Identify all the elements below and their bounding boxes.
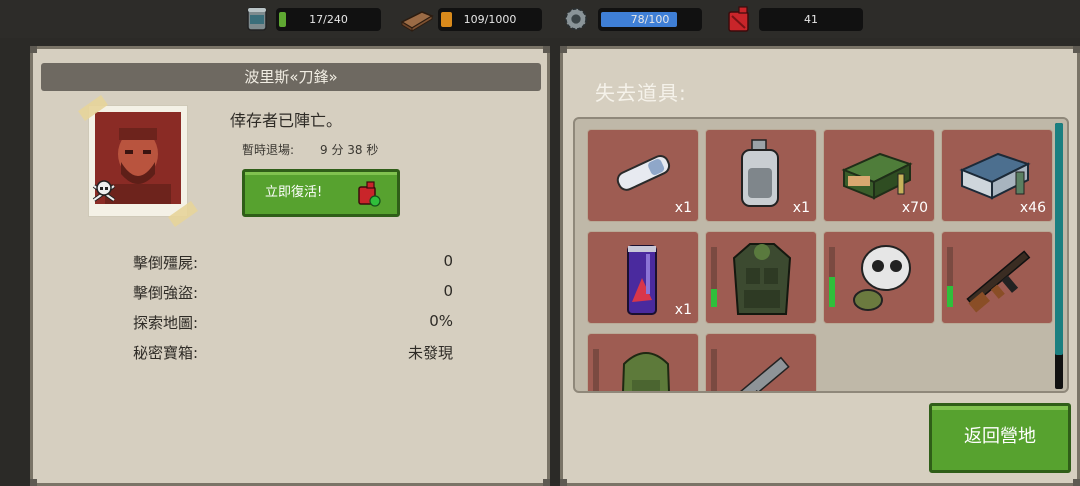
durability-bar <box>829 247 835 307</box>
rifle-ammo-box-icon <box>841 152 913 200</box>
pistol-icon <box>736 356 790 391</box>
lost-items-grid[interactable]: x1 x1 x70 x46 x1 <box>573 117 1069 393</box>
backpack-icon <box>622 352 670 391</box>
item-slot-assault-rifle[interactable] <box>941 231 1053 324</box>
food-value: 17/240 <box>309 13 348 26</box>
item-count: x46 <box>1019 200 1046 216</box>
stat-row-secret-chest: 秘密寶箱: 未發現 <box>133 342 453 364</box>
lost-items-panel: 失去道具: x1 x1 x70 x46 x1 返回營地 <box>560 46 1080 486</box>
item-slot-blood-bag[interactable]: x1 <box>705 129 817 222</box>
durability-fill <box>947 286 953 307</box>
shotgun-ammo-box-icon <box>959 152 1031 200</box>
item-count: x70 <box>901 200 928 216</box>
revive-now-button[interactable]: 立即復活! <box>242 169 400 217</box>
survivor-portrait <box>78 95 198 227</box>
fuel-can-icon <box>728 6 749 32</box>
stat-label: 擊倒殭屍: <box>133 254 199 272</box>
canned-food-icon <box>247 7 267 31</box>
wood-value: 109/1000 <box>463 13 517 26</box>
food-meter: 17/240 <box>276 8 381 31</box>
durability-bar <box>593 349 599 391</box>
revive-button-label: 立即復活! <box>265 185 323 200</box>
stat-row-zombies-killed: 擊倒殭屍: 0 <box>133 252 453 274</box>
survivor-panel: 波里斯«刀鋒» 倖存者已陣亡。 暫時退場: 9 分 38 秒 立即復活! 擊倒殭… <box>30 46 550 486</box>
fuel-meter: 41 <box>759 8 863 31</box>
stat-label: 擊倒強盜: <box>133 284 199 302</box>
gear-icon <box>564 7 588 31</box>
items-scrollbar[interactable] <box>1055 123 1063 389</box>
stat-value: 未發現 <box>407 344 453 362</box>
timer-label: 暫時退場: <box>242 143 295 157</box>
item-count: x1 <box>674 200 692 216</box>
stat-value: 0 <box>443 252 453 270</box>
stat-label: 探索地圖: <box>133 314 199 332</box>
fuel-value: 41 <box>804 13 818 26</box>
item-slot-military-vest[interactable] <box>705 231 817 324</box>
lost-items-title: 失去道具: <box>595 81 687 105</box>
survivor-status: 倖存者已陣亡。 <box>230 111 343 130</box>
assault-rifle-icon <box>966 250 1031 313</box>
bandage-icon <box>616 154 671 191</box>
item-slot-bandage[interactable]: x1 <box>587 129 699 222</box>
timer-value: 9 分 38 秒 <box>320 143 379 157</box>
item-slot-shotgun-ammo[interactable]: x46 <box>941 129 1053 222</box>
gas-mask-icon <box>853 245 911 311</box>
energy-meter: 78/100 <box>598 8 702 31</box>
return-to-camp-button[interactable]: 返回營地 <box>929 403 1071 473</box>
durability-bar <box>711 247 717 307</box>
durability-fill <box>711 289 717 307</box>
item-slot-gas-mask[interactable] <box>823 231 935 324</box>
item-count: x1 <box>674 302 692 318</box>
items-scrollbar-thumb[interactable] <box>1055 123 1063 355</box>
durability-bar <box>711 349 717 391</box>
item-slot-pistol[interactable] <box>705 333 817 391</box>
survivor-name: 波里斯«刀鋒» <box>41 63 541 91</box>
fuel-can-icon <box>358 181 381 207</box>
stat-value: 0% <box>429 312 453 330</box>
stat-value: 0 <box>443 282 453 300</box>
durability-fill <box>829 277 835 307</box>
item-slot-rifle-ammo[interactable]: x70 <box>823 129 935 222</box>
energy-drink-icon <box>627 245 657 315</box>
item-count: x1 <box>792 200 810 216</box>
resource-bar: 17/240 109/1000 78/100 41 <box>0 0 1080 38</box>
wood-log-icon <box>400 11 434 32</box>
durability-bar <box>947 247 953 307</box>
item-slot-backpack[interactable] <box>587 333 699 391</box>
stat-row-map-explored: 探索地圖: 0% <box>133 312 453 334</box>
military-vest-icon <box>732 243 792 315</box>
skull-crossbones-icon <box>92 180 116 202</box>
blood-bag-icon <box>741 139 779 207</box>
item-slot-energy-drink[interactable]: x1 <box>587 231 699 324</box>
stat-label: 秘密寶箱: <box>133 344 199 362</box>
stat-row-bandits-killed: 擊倒強盜: 0 <box>133 282 453 304</box>
energy-value: 78/100 <box>630 13 670 26</box>
wood-meter: 109/1000 <box>438 8 542 31</box>
